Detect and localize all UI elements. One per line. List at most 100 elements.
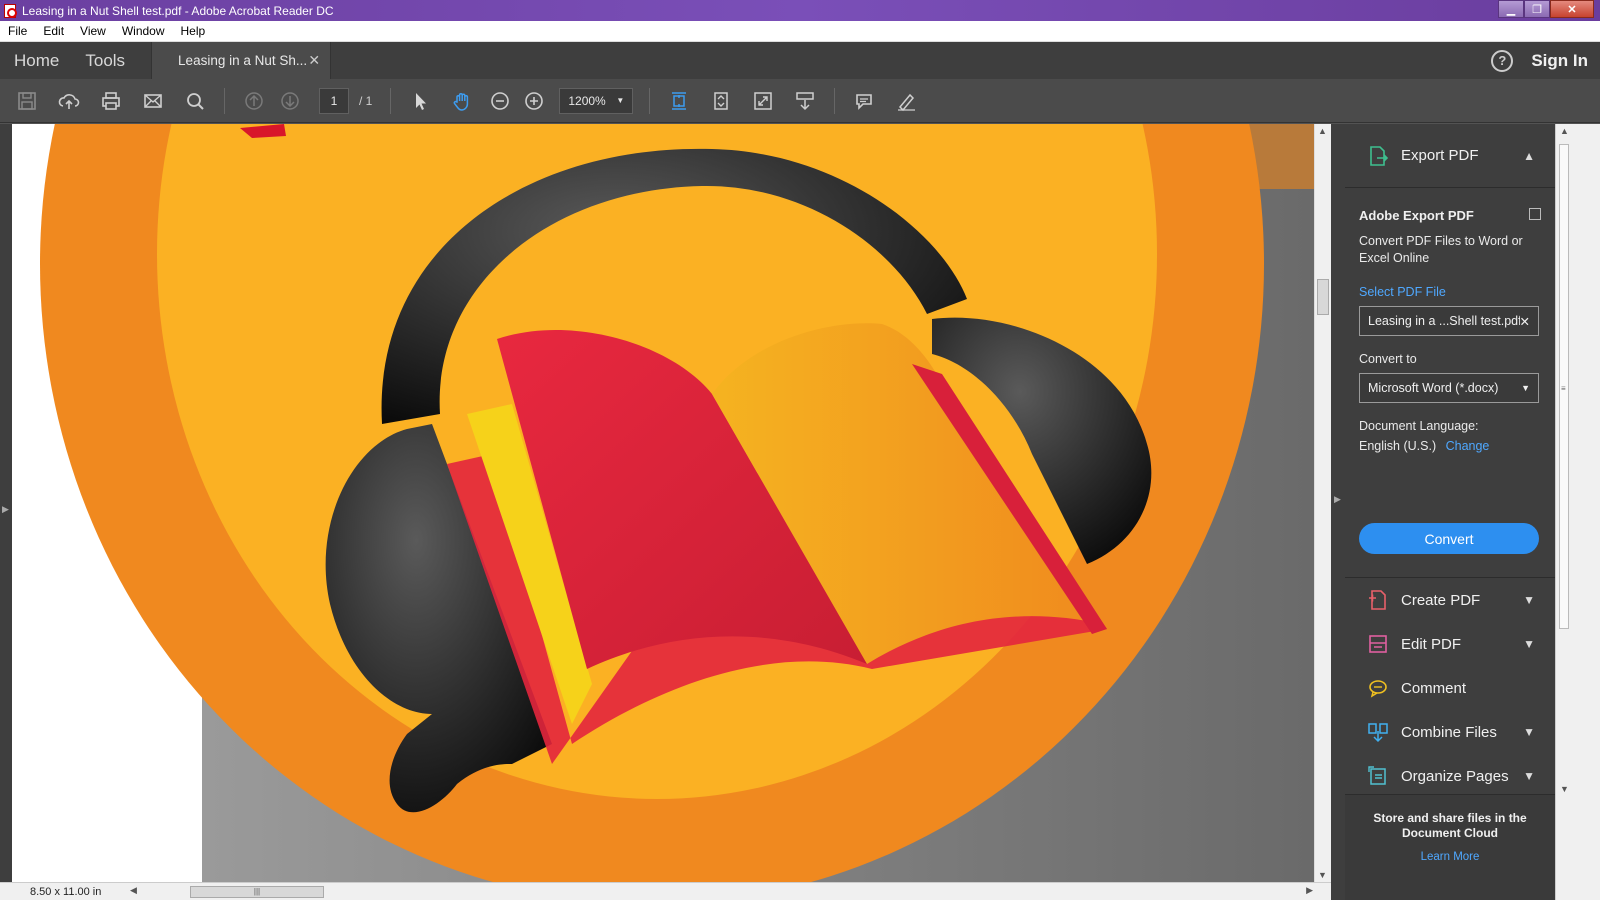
page-total: / 1	[359, 93, 373, 108]
comment-tool-icon	[1369, 680, 1387, 698]
restore-button[interactable]: ❐	[1524, 0, 1550, 18]
select-cursor-icon[interactable]	[405, 86, 435, 116]
clear-file-icon[interactable]: ✕	[1520, 314, 1530, 329]
scroll-down-icon[interactable]: ▼	[1318, 870, 1327, 880]
right-pane-toggle[interactable]: ▶	[1331, 124, 1345, 900]
close-tab-icon[interactable]: ✕	[308, 52, 320, 69]
document-tab-label: Leasing in a Nut Sh...	[178, 53, 308, 68]
chevron-up-icon[interactable]: ▲	[1523, 149, 1535, 163]
chevron-down-icon: ▼	[616, 96, 625, 105]
change-language-link[interactable]: Change	[1446, 439, 1490, 453]
chevron-down-icon: ▼	[1523, 637, 1535, 651]
create-pdf-label: Create PDF	[1401, 591, 1481, 609]
tool-organize-pages[interactable]: Organize Pages ▼	[1345, 754, 1555, 798]
document-language-label: Document Language:	[1359, 419, 1479, 433]
hand-tool-icon[interactable]	[447, 86, 477, 116]
menu-view[interactable]: View	[72, 24, 114, 38]
comment-icon[interactable]	[849, 86, 879, 116]
organize-pages-label: Organize Pages	[1401, 767, 1509, 785]
document-viewport[interactable]: ▶ ▲ ▼ ▶ 8.50 x 11.00 in ◀ ||| ▶	[0, 124, 1368, 900]
toolbar-separator	[390, 87, 392, 114]
edit-pdf-icon	[1369, 635, 1387, 653]
fit-page-icon[interactable]	[664, 86, 694, 116]
email-icon[interactable]	[138, 86, 168, 116]
export-pdf-section: Adobe Export PDF Convert PDF Files to Wo…	[1345, 188, 1555, 578]
menu-edit[interactable]: Edit	[35, 24, 72, 38]
panel-scrollbar[interactable]: ▲ ≡ ▼	[1555, 124, 1600, 900]
print-icon[interactable]	[96, 86, 126, 116]
help-icon[interactable]: ?	[1491, 49, 1514, 72]
chevron-down-icon: ▼	[1523, 725, 1535, 739]
scroll-up-icon[interactable]: ▲	[1318, 126, 1327, 136]
toolbar-separator	[649, 87, 651, 114]
highlight-pen-icon[interactable]	[891, 86, 921, 116]
vertical-scroll-thumb[interactable]	[1317, 279, 1329, 315]
panel-scroll-down-icon[interactable]: ▼	[1560, 784, 1569, 794]
tools-pane: Export PDF ▲ Adobe Export PDF Convert PD…	[1345, 124, 1555, 900]
tab-bar: Home Tools Leasing in a Nut Sh... ✕ ? Si…	[0, 42, 1600, 79]
convert-button[interactable]: Convert	[1359, 523, 1539, 554]
rotate-view-icon[interactable]	[706, 86, 736, 116]
tab-home[interactable]: Home	[0, 51, 71, 71]
tool-edit-pdf[interactable]: Edit PDF ▼	[1345, 622, 1555, 666]
menu-window[interactable]: Window	[114, 24, 173, 38]
tool-combine-files[interactable]: Combine Files ▼	[1345, 710, 1555, 754]
toolbar-separator	[834, 87, 836, 114]
next-page-icon[interactable]	[275, 86, 305, 116]
horizontal-scroll-thumb[interactable]: |||	[190, 885, 324, 898]
menu-bar: File Edit View Window Help	[0, 21, 1600, 42]
zoom-level-value: 1200%	[568, 93, 606, 108]
convert-to-value: Microsoft Word (*.docx)	[1368, 381, 1499, 395]
close-window-button[interactable]: ✕	[1550, 0, 1594, 18]
tool-create-pdf[interactable]: Create PDF ▼	[1345, 578, 1555, 622]
tab-tools[interactable]: Tools	[71, 51, 137, 71]
pdf-page[interactable]	[12, 124, 1314, 882]
page-display-icon[interactable]	[790, 86, 820, 116]
menu-help[interactable]: Help	[173, 24, 214, 38]
selected-file-field[interactable]: Leasing in a ...Shell test.pdf ✕	[1359, 306, 1539, 336]
scroll-grip-icon: ≡	[1561, 384, 1566, 393]
collapse-right-icon: ▶	[1334, 494, 1341, 504]
status-bar: 8.50 x 11.00 in ◀ ||| ▶	[0, 882, 1331, 900]
acrobat-app-icon	[4, 3, 17, 18]
document-cloud-promo: Store and share files in the Document Cl…	[1345, 794, 1555, 900]
learn-more-link[interactable]: Learn More	[1345, 851, 1555, 863]
chevron-down-icon: ▼	[1523, 769, 1535, 783]
page-size-label: 8.50 x 11.00 in	[30, 885, 102, 898]
vertical-scrollbar[interactable]: ▲ ▼	[1314, 124, 1331, 882]
zoom-level-select[interactable]: 1200% ▼	[559, 87, 634, 114]
page-number-input[interactable]: 1	[319, 87, 349, 114]
adobe-export-title: Adobe Export PDF	[1359, 208, 1474, 223]
horizontal-scrollbar[interactable]: ◀ ||| ▶	[130, 884, 1331, 900]
selected-file-name: Leasing in a ...Shell test.pdf	[1368, 314, 1520, 328]
zoom-in-icon[interactable]	[519, 86, 549, 116]
menu-file[interactable]: File	[0, 24, 35, 38]
select-pdf-label[interactable]: Select PDF File	[1359, 285, 1541, 299]
save-icon[interactable]	[12, 86, 42, 116]
search-icon[interactable]	[180, 86, 210, 116]
sign-in-link[interactable]: Sign In	[1531, 51, 1588, 71]
copy-icon[interactable]	[1529, 208, 1541, 220]
minimize-button[interactable]: ▁	[1498, 0, 1524, 18]
combine-files-icon	[1368, 723, 1388, 743]
window-title: Leasing in a Nut Shell test.pdf - Adobe …	[22, 3, 334, 18]
main-toolbar: 1 / 1 1200% ▼	[0, 79, 1600, 123]
left-pane-toggle[interactable]: ▶	[0, 124, 12, 882]
full-screen-icon[interactable]	[748, 86, 778, 116]
page-artwork	[12, 124, 1314, 882]
scroll-left-icon[interactable]: ◀	[130, 885, 137, 896]
create-pdf-icon	[1369, 590, 1386, 610]
combine-files-label: Combine Files	[1401, 723, 1497, 741]
zoom-out-icon[interactable]	[485, 86, 515, 116]
export-pdf-header[interactable]: Export PDF ▲	[1345, 124, 1555, 188]
panel-scroll-up-icon[interactable]: ▲	[1560, 126, 1569, 136]
scroll-right-icon[interactable]: ▶	[1306, 885, 1313, 896]
convert-to-select[interactable]: Microsoft Word (*.docx) ▼	[1359, 373, 1539, 403]
window-controls: ▁ ❐ ✕	[1498, 0, 1594, 18]
previous-page-icon[interactable]	[239, 86, 269, 116]
cloud-upload-icon[interactable]	[54, 86, 84, 116]
chevron-down-icon: ▼	[1521, 383, 1530, 393]
tool-comment[interactable]: Comment	[1345, 666, 1555, 710]
document-tab[interactable]: Leasing in a Nut Sh... ✕	[151, 42, 332, 79]
export-description: Convert PDF Files to Word or Excel Onlin…	[1359, 234, 1523, 265]
